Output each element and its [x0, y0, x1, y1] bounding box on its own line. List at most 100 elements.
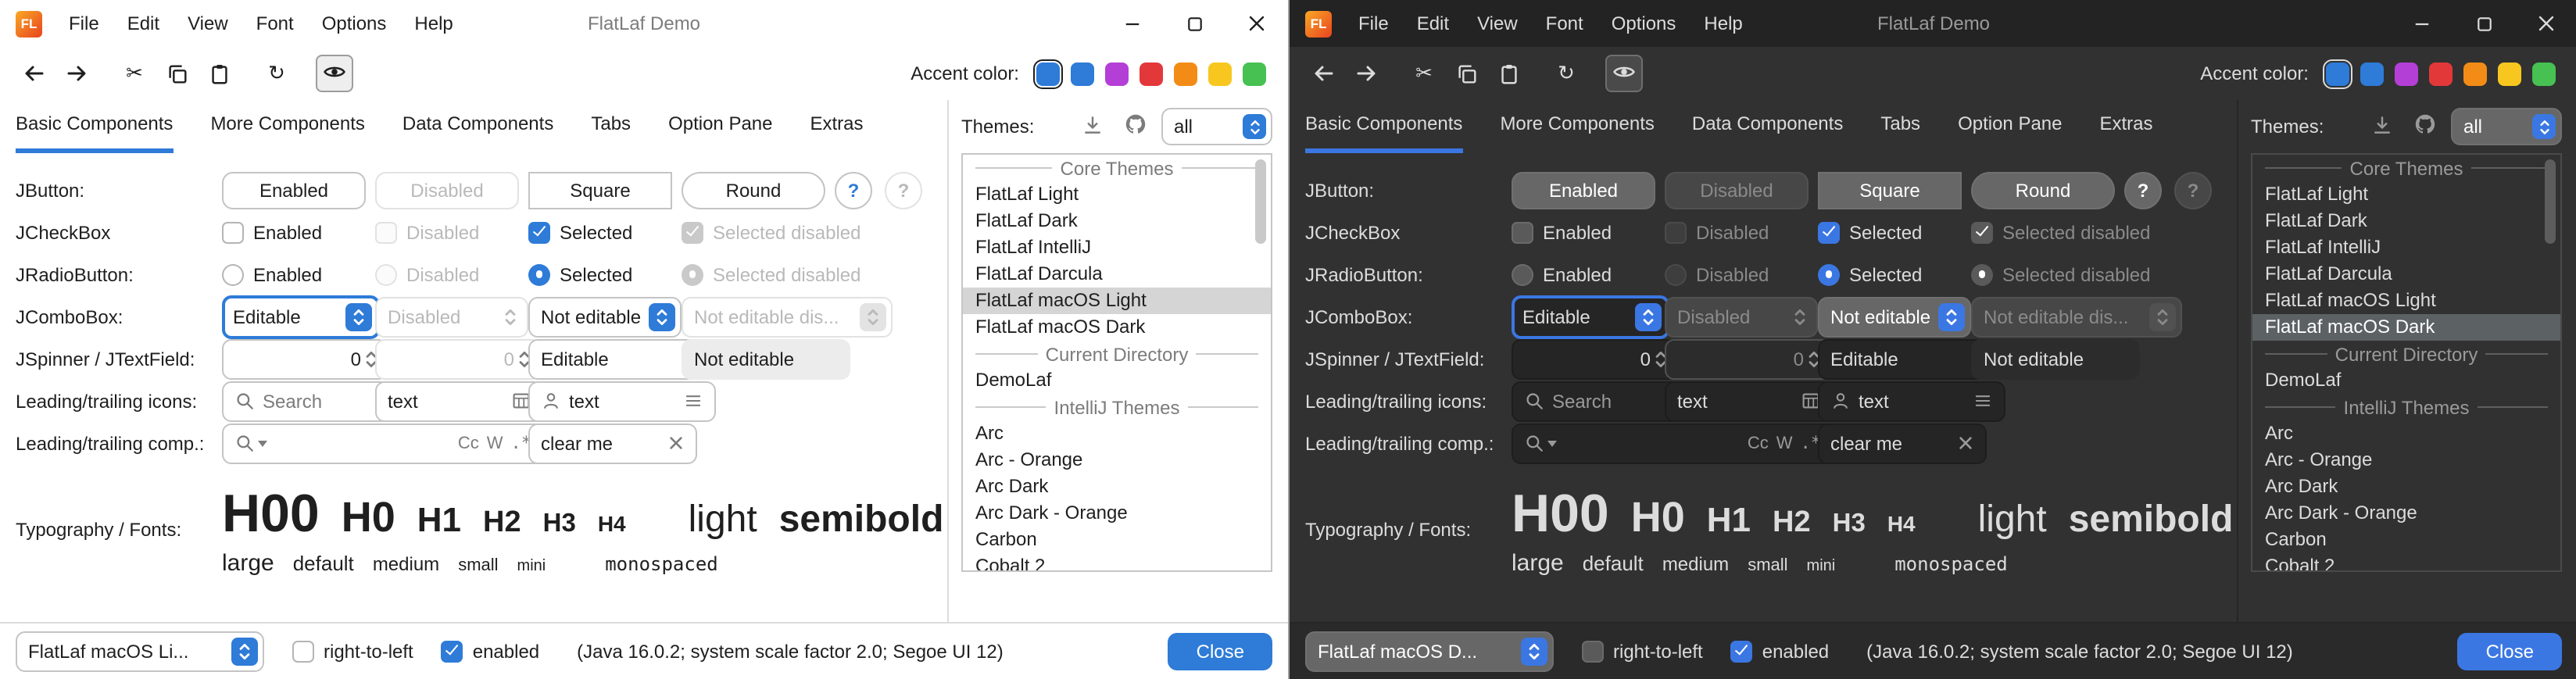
user-field-input[interactable]	[569, 390, 675, 412]
cut-button[interactable]: ✂	[116, 55, 153, 92]
close-button[interactable]: Close	[1168, 632, 1272, 670]
themes-scrollbar[interactable]	[2545, 159, 2556, 244]
theme-list-item[interactable]: FlatLaf macOS Dark	[963, 314, 1271, 341]
theme-list-item[interactable]: FlatLaf Dark	[963, 208, 1271, 234]
combobox-arrows-icon[interactable]	[345, 302, 372, 331]
square-button[interactable]: Square	[528, 171, 672, 209]
checkbox-selected[interactable]: Selected	[1818, 221, 1922, 243]
theme-list-item[interactable]: DemoLaf	[2252, 367, 2560, 394]
theme-list-item[interactable]: Arc - Orange	[2252, 447, 2560, 474]
combobox-arrows-icon[interactable]	[1938, 302, 1965, 331]
clearable-field-input[interactable]	[1830, 432, 1949, 454]
enabled-checkbox[interactable]: enabled	[442, 640, 539, 662]
accent-swatch-green[interactable]	[2532, 62, 2556, 85]
list-icon[interactable]	[683, 391, 703, 411]
minimize-button[interactable]	[1100, 0, 1163, 47]
tab-more-components[interactable]: More Components	[210, 100, 364, 153]
checkbox-selected[interactable]: Selected	[528, 221, 632, 243]
tab-option-pane[interactable]: Option Pane	[1958, 100, 2062, 153]
accent-swatch-default[interactable]	[2326, 62, 2349, 85]
clearable-field[interactable]	[1818, 423, 1987, 463]
close-window-button[interactable]	[1225, 0, 1288, 47]
tab-tabs[interactable]: Tabs	[1880, 100, 1920, 153]
menu-edit[interactable]: Edit	[113, 0, 174, 47]
combobox-arrows-icon[interactable]	[1635, 302, 1662, 331]
combobox-editable[interactable]	[222, 295, 380, 338]
tab-option-pane[interactable]: Option Pane	[668, 100, 772, 153]
theme-list-item[interactable]: Arc Dark	[963, 474, 1271, 500]
search-input[interactable]	[263, 390, 378, 412]
lnf-combo[interactable]: FlatLaf macOS Li...	[16, 631, 264, 671]
theme-list-item[interactable]: FlatLaf IntelliJ	[963, 234, 1271, 261]
accent-swatch-red[interactable]	[1140, 62, 1163, 85]
menu-view[interactable]: View	[1463, 0, 1532, 47]
user-field[interactable]	[528, 381, 716, 421]
enabled-checkbox[interactable]: enabled	[1731, 640, 1829, 662]
radio-enabled[interactable]: Enabled	[222, 263, 322, 285]
calendar-field[interactable]	[375, 381, 544, 421]
copy-button[interactable]	[158, 55, 195, 92]
show-hidden-eye-toggle[interactable]	[316, 55, 353, 92]
refresh-button[interactable]: ↻	[1547, 55, 1585, 92]
search-options-input[interactable]	[1565, 432, 1740, 454]
list-icon[interactable]	[1973, 391, 1993, 411]
accent-swatch-blue[interactable]	[1071, 62, 1094, 85]
square-button[interactable]: Square	[1818, 171, 1962, 209]
accent-swatch-blue[interactable]	[2360, 62, 2384, 85]
theme-list-item[interactable]: Cobalt 2	[2252, 553, 2560, 572]
maximize-button[interactable]	[1163, 0, 1225, 47]
accent-swatch-red[interactable]	[2429, 62, 2453, 85]
calendar-field-input[interactable]	[1677, 390, 1793, 412]
combobox-arrows-icon[interactable]	[1243, 114, 1266, 139]
tab-more-components[interactable]: More Components	[1500, 100, 1654, 153]
themes-scrollbar[interactable]	[1255, 159, 1266, 244]
back-button[interactable]	[16, 55, 53, 92]
accent-swatch-yellow[interactable]	[2498, 62, 2521, 85]
forward-button[interactable]	[1347, 55, 1385, 92]
search-with-options-icon[interactable]	[1524, 433, 1557, 453]
search-field[interactable]	[222, 381, 391, 421]
tab-basic-components[interactable]: Basic Components	[16, 100, 173, 153]
themes-filter-combo[interactable]: all	[2451, 108, 2562, 145]
round-button[interactable]: Round	[682, 171, 825, 209]
paste-button[interactable]	[200, 55, 238, 92]
spinner[interactable]	[222, 338, 388, 379]
search-field[interactable]	[1512, 381, 1680, 421]
menu-font[interactable]: Font	[242, 0, 308, 47]
accent-swatch-purple[interactable]	[2395, 62, 2418, 85]
user-field-input[interactable]	[1859, 390, 1965, 412]
tab-data-components[interactable]: Data Components	[1692, 100, 1843, 153]
checkbox-enabled[interactable]: Enabled	[222, 221, 322, 243]
radio-selected[interactable]: Selected	[528, 263, 632, 285]
combobox-editable-input[interactable]	[233, 306, 339, 327]
menu-options[interactable]: Options	[1597, 0, 1690, 47]
search-with-options-icon[interactable]	[234, 433, 267, 453]
calendar-field[interactable]	[1665, 381, 1834, 421]
theme-list-item[interactable]: FlatLaf macOS Light	[2252, 288, 2560, 314]
theme-list-item[interactable]: Arc - Orange	[963, 447, 1271, 474]
round-button[interactable]: Round	[1971, 171, 2115, 209]
tab-extras[interactable]: Extras	[810, 100, 864, 153]
accent-swatch-default[interactable]	[1036, 62, 1060, 85]
maximize-button[interactable]	[2453, 0, 2515, 47]
accent-swatch-green[interactable]	[1243, 62, 1266, 85]
help-button[interactable]: ?	[2124, 171, 2162, 209]
search-options-field[interactable]: CcW.*	[222, 423, 544, 463]
help-button[interactable]: ?	[835, 171, 872, 209]
clear-icon[interactable]	[667, 434, 685, 452]
enabled-button[interactable]: Enabled	[222, 171, 366, 209]
radio-selected[interactable]: Selected	[1818, 263, 1922, 285]
theme-list-item[interactable]: Arc Dark	[2252, 474, 2560, 500]
combobox-not-editable[interactable]: Not editable	[1818, 296, 1971, 337]
themes-filter-combo[interactable]: all	[1161, 108, 1272, 145]
theme-list-item[interactable]: FlatLaf macOS Light	[963, 288, 1271, 314]
combobox-arrows-icon[interactable]	[1521, 637, 1547, 665]
close-button[interactable]: Close	[2458, 632, 2562, 670]
back-button[interactable]	[1305, 55, 1343, 92]
theme-list-item[interactable]: DemoLaf	[963, 367, 1271, 394]
github-button[interactable]	[1119, 111, 1150, 142]
whole-word-toggle[interactable]: W	[1776, 434, 1793, 452]
menu-edit[interactable]: Edit	[1403, 0, 1463, 47]
combobox-arrows-icon[interactable]	[2532, 114, 2556, 139]
theme-list-item[interactable]: FlatLaf Light	[2252, 181, 2560, 208]
